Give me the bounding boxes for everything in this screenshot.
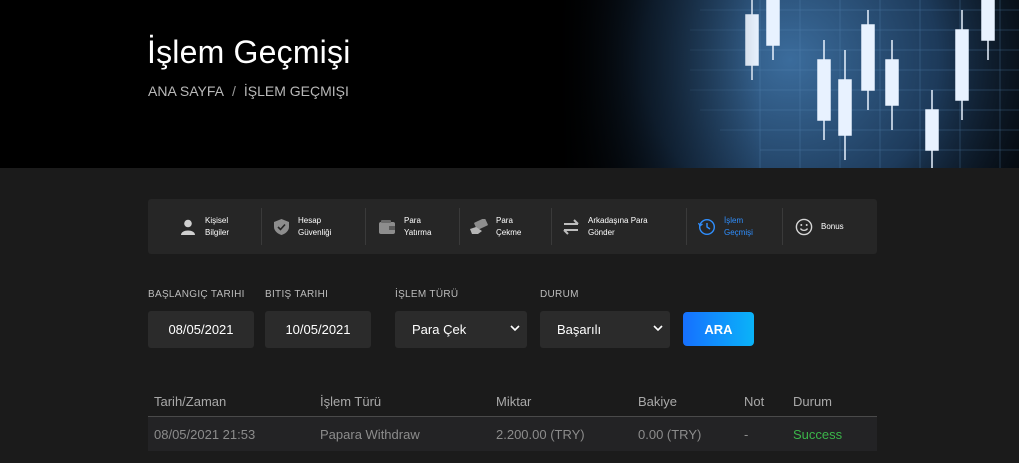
column-header-type: İşlem Türü: [320, 394, 382, 409]
column-header-status: Durum: [793, 394, 833, 409]
tab-divider: [459, 208, 460, 245]
cell-note: -: [744, 427, 749, 442]
tab-label: Para Çekme: [496, 215, 522, 237]
tab-send-to-friend[interactable]: Arkadaşına Para Gönder: [562, 199, 648, 254]
chevron-down-icon: [653, 325, 663, 332]
tab-bonus[interactable]: Bonus: [795, 199, 844, 254]
tab-label: İşlem Geçmişi: [724, 215, 753, 237]
cell-type: Papara Withdraw: [320, 427, 420, 442]
page-header: İşlem Geçmişi ANA SAYFA / İŞLEM GEÇMIŞI: [0, 0, 1019, 168]
start-date-label: BAŞLANGIÇ TARIHI: [148, 289, 245, 300]
tab-divider: [686, 208, 687, 245]
column-header-amount: Miktar: [496, 394, 532, 409]
breadcrumb-home-link[interactable]: ANA SAYFA: [148, 83, 224, 99]
breadcrumb: ANA SAYFA / İŞLEM GEÇMIŞI: [148, 83, 349, 99]
tab-divider: [261, 208, 262, 245]
search-button[interactable]: ARA: [683, 312, 754, 346]
tab-label: Para Yatırma: [404, 215, 432, 237]
smile-icon: [795, 218, 813, 236]
breadcrumb-separator: /: [232, 83, 236, 99]
cash-hand-icon: [470, 218, 488, 236]
status-value: Başarılı: [557, 322, 602, 337]
end-date-label: BITIŞ TARIHI: [265, 289, 329, 300]
account-tab-bar: Kişisel Bilgiler Hesap Güvenliği Para Ya…: [148, 199, 877, 254]
tab-label: Arkadaşına Para Gönder: [588, 215, 648, 237]
cell-balance: 0.00 (TRY): [638, 427, 702, 442]
column-header-datetime: Tarih/Zaman: [154, 394, 227, 409]
user-icon: [179, 218, 197, 236]
tab-label: Kişisel Bilgiler: [205, 215, 230, 237]
start-date-input[interactable]: 08/05/2021: [148, 311, 254, 348]
tab-divider: [782, 208, 783, 245]
tab-label: Bonus: [821, 221, 844, 231]
tab-deposit[interactable]: Para Yatırma: [378, 199, 431, 254]
end-date-input[interactable]: 10/05/2021: [265, 311, 371, 348]
wallet-icon: [378, 218, 396, 236]
breadcrumb-current: İŞLEM GEÇMIŞI: [243, 83, 349, 99]
page-title: İşlem Geçmişi: [147, 34, 351, 70]
history-icon: [698, 218, 716, 236]
cell-amount: 2.200.00 (TRY): [496, 427, 585, 442]
chevron-down-icon: [510, 325, 520, 332]
transaction-type-select[interactable]: Para Çek: [395, 311, 527, 348]
tab-divider: [551, 208, 552, 245]
status-select[interactable]: Başarılı: [540, 311, 670, 348]
transfer-arrows-icon: [562, 218, 580, 236]
tab-withdraw[interactable]: Para Çekme: [470, 199, 521, 254]
status-label: DURUM: [540, 289, 579, 300]
tab-label: Hesap Güvenliği: [298, 215, 332, 237]
tab-personal-info[interactable]: Kişisel Bilgiler: [179, 199, 229, 254]
tab-transaction-history[interactable]: İşlem Geçmişi: [698, 199, 753, 254]
transaction-type-value: Para Çek: [412, 322, 467, 337]
cell-status: Success: [793, 427, 843, 442]
tab-divider: [365, 208, 366, 245]
column-header-note: Not: [744, 394, 765, 409]
tab-account-security[interactable]: Hesap Güvenliği: [272, 199, 331, 254]
shield-check-icon: [272, 218, 290, 236]
column-header-balance: Bakiye: [638, 394, 678, 409]
transaction-type-label: İŞLEM TÜRÜ: [395, 289, 459, 300]
cell-datetime: 08/05/2021 21:53: [154, 427, 256, 442]
